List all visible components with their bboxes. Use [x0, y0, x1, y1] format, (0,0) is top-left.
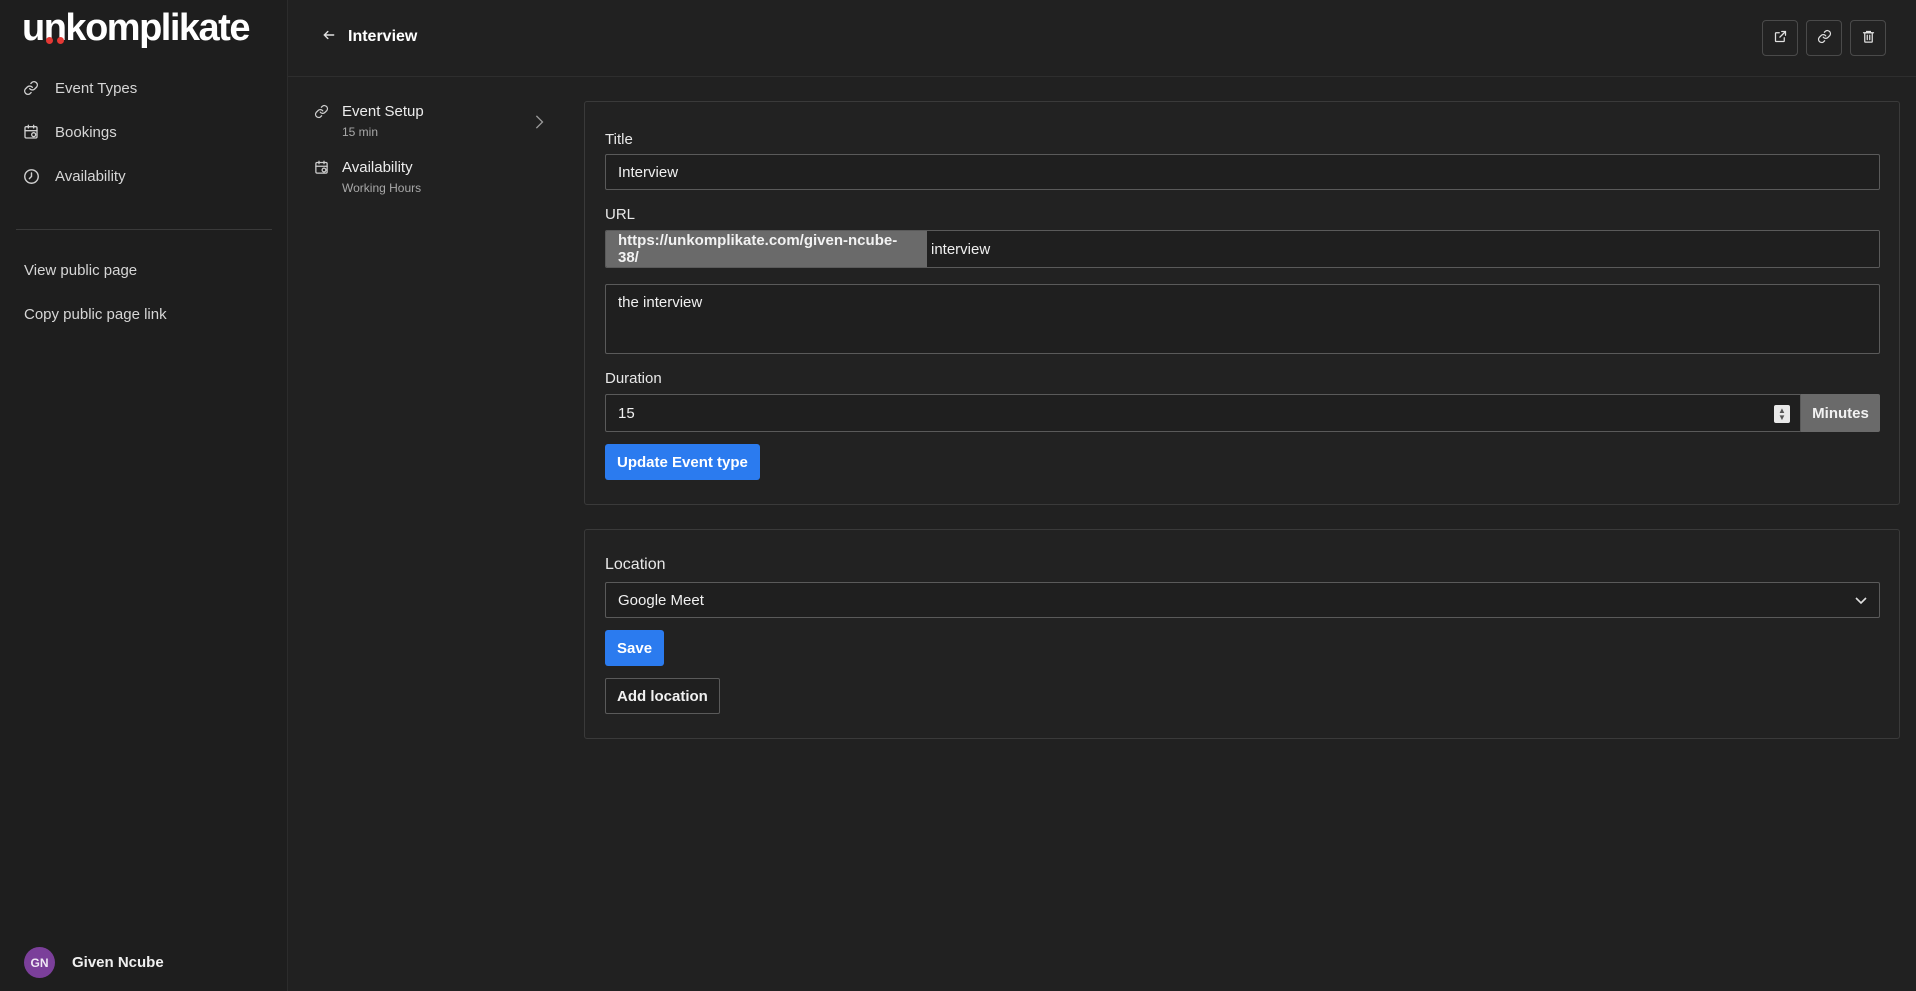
calendar-icon: [22, 123, 40, 141]
save-location-button[interactable]: Save: [605, 630, 665, 666]
page-title: Interview: [348, 28, 418, 45]
url-label: URL: [605, 206, 636, 223]
copy-public-link[interactable]: Copy public page link: [24, 306, 167, 323]
page-header: Interview: [288, 0, 1916, 77]
location-select[interactable]: Google Meet: [605, 582, 1880, 618]
sidebar: unk omplikate Event Types Bookings Availa…: [0, 0, 288, 991]
app-logo[interactable]: unk omplikate: [22, 4, 250, 52]
duration-input[interactable]: 15 ▲ ▼: [605, 394, 1801, 432]
duration-label: Duration: [605, 370, 662, 387]
external-link-icon: [1773, 29, 1788, 48]
sidebar-item-bookings[interactable]: Bookings: [22, 110, 272, 154]
url-slug-input[interactable]: interview: [927, 231, 1879, 267]
link-icon: [22, 79, 40, 97]
chevron-down-icon: [1855, 592, 1867, 609]
duration-unit: Minutes: [1801, 394, 1880, 432]
chevron-right-icon: [534, 115, 544, 133]
trash-icon: [1861, 29, 1876, 48]
avatar: GN: [24, 947, 55, 978]
location-card: Location Google Meet Save Add location: [584, 529, 1900, 739]
link-icon: [314, 103, 332, 139]
user-menu[interactable]: GN Given Ncube: [24, 947, 164, 978]
back-arrow-icon[interactable]: [322, 28, 336, 46]
user-name: Given Ncube: [72, 954, 164, 971]
subnav-item-event-setup[interactable]: Event Setup 15 min: [314, 103, 554, 139]
event-subnav: Event Setup 15 min Availability Working …: [314, 103, 554, 215]
logo-dot: [56, 37, 64, 44]
title-input[interactable]: Interview: [605, 154, 1880, 190]
clock-icon: [22, 167, 40, 185]
sidebar-item-availability[interactable]: Availability: [22, 154, 272, 198]
link-icon: [1817, 29, 1832, 48]
sidebar-item-event-types[interactable]: Event Types: [22, 66, 272, 110]
logo-dot: [45, 37, 53, 44]
calendar-icon: [314, 159, 332, 195]
url-field: https://unkomplikate.com/given-ncube-38/…: [605, 230, 1880, 268]
add-location-button[interactable]: Add location: [605, 678, 720, 714]
title-label: Title: [605, 131, 633, 148]
view-public-page-link[interactable]: View public page: [24, 262, 137, 279]
update-event-type-button[interactable]: Update Event type: [605, 444, 760, 480]
sidebar-divider: [16, 229, 272, 230]
duration-field: 15 ▲ ▼ Minutes: [605, 394, 1880, 432]
number-stepper-icon[interactable]: ▲ ▼: [1774, 405, 1790, 423]
header-actions: [1762, 20, 1886, 56]
url-prefix: https://unkomplikate.com/given-ncube-38/: [606, 231, 927, 267]
event-setup-card: Title Interview URL https://unkomplikate…: [584, 101, 1900, 505]
description-textarea[interactable]: the interview: [605, 284, 1880, 354]
preview-button[interactable]: [1762, 20, 1798, 56]
copy-link-button[interactable]: [1806, 20, 1842, 56]
subnav-item-availability[interactable]: Availability Working Hours: [314, 159, 554, 195]
delete-button[interactable]: [1850, 20, 1886, 56]
sidebar-nav: Event Types Bookings Availability: [22, 66, 272, 198]
location-label: Location: [605, 556, 666, 573]
